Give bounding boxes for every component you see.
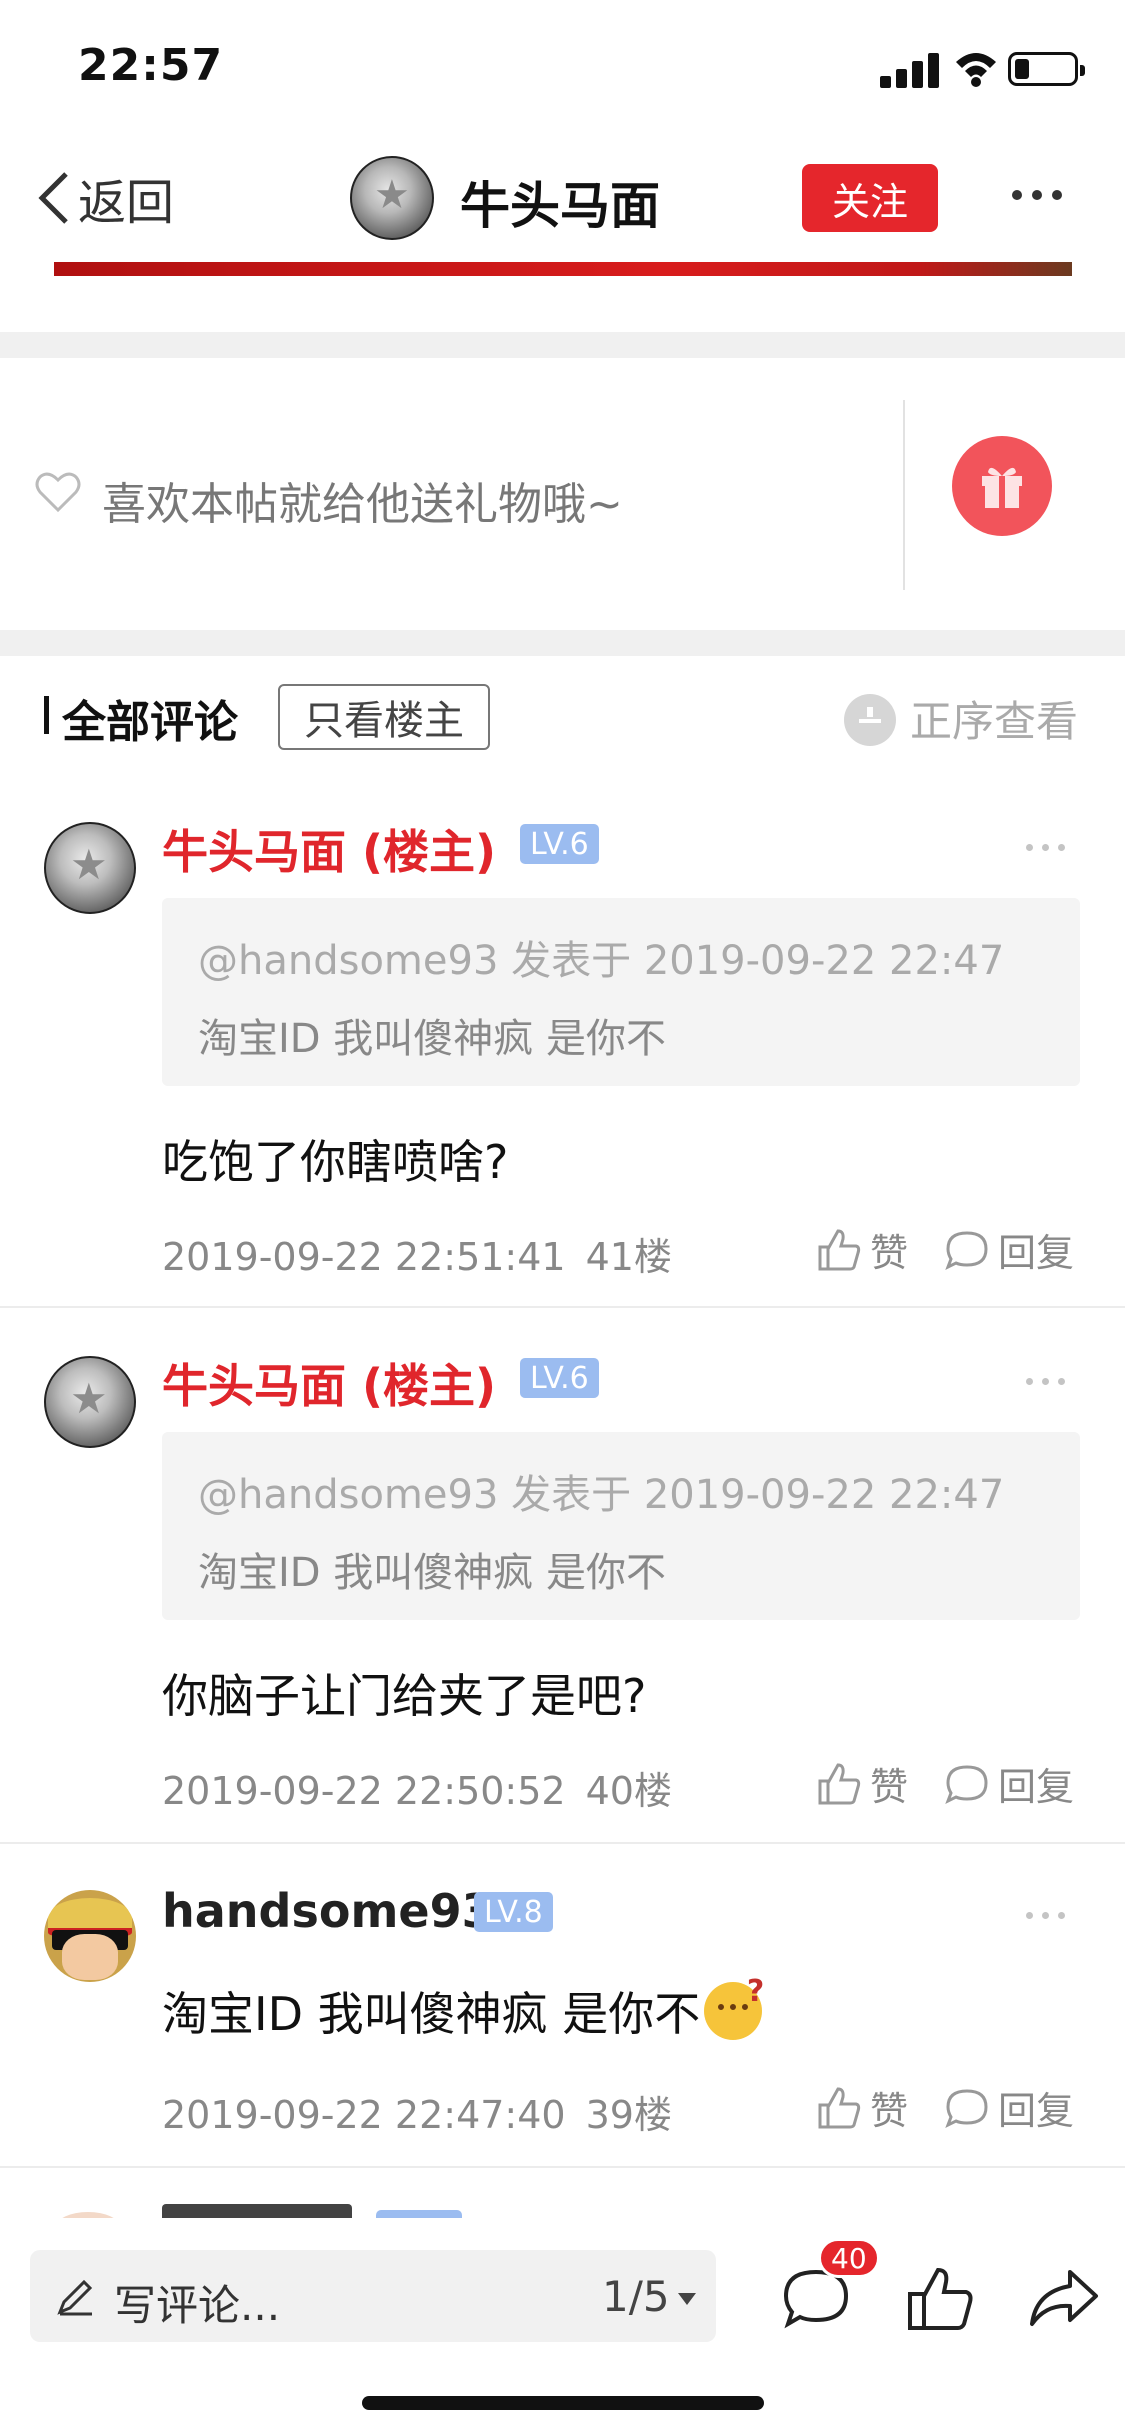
nav-header: 返回 牛头马面 关注 — [0, 132, 1125, 262]
post-image-edge — [54, 262, 1072, 276]
floor-number: 39楼 — [585, 2093, 672, 2137]
back-button[interactable]: 返回 — [36, 168, 174, 231]
quote-text: 淘宝ID 我叫傻神疯 是你不 — [198, 1016, 667, 1062]
avatar[interactable] — [44, 822, 136, 914]
avatar[interactable] — [44, 1356, 136, 1448]
comment-icon — [945, 2088, 988, 2128]
thumbs-up-icon — [818, 1228, 861, 1270]
gift-prompt: 喜欢本帖就给他送礼物哦~ — [102, 479, 623, 530]
comment-count-badge: 40 — [818, 2238, 880, 2278]
more-icon[interactable] — [1026, 1378, 1068, 1386]
next-comment-peek — [0, 2200, 1125, 2220]
gift-button[interactable] — [952, 436, 1052, 536]
comment-icon — [945, 1764, 988, 1804]
comment-time: 2019-09-22 22:50:52 — [162, 1769, 566, 1813]
status-time: 22:57 — [78, 40, 224, 91]
only-owner-button[interactable]: 只看楼主 — [278, 684, 490, 750]
like-label: 赞 — [870, 1231, 909, 1275]
comment-item: 牛头马面 (楼主) LV.6 @handsome93 发表于 2019-09-2… — [0, 1310, 1125, 1844]
page-selector[interactable]: 1/5 — [602, 2272, 696, 2321]
comment-text: 淘宝ID 我叫傻神疯 是你不 — [162, 1987, 701, 2041]
caret-down-icon — [677, 2292, 696, 2305]
like-button[interactable]: 赞 — [816, 1222, 908, 1277]
like-button[interactable]: 赞 — [816, 1756, 908, 1811]
comment-author[interactable]: 牛头马面 (楼主) — [162, 816, 496, 882]
thumbs-up-icon — [818, 2086, 861, 2128]
like-label: 赞 — [870, 2089, 909, 2133]
divider — [0, 332, 1125, 358]
avatar[interactable] — [44, 1890, 136, 1982]
quoted-comment[interactable]: @handsome93 发表于 2019-09-22 22:47 淘宝ID 我叫… — [162, 898, 1080, 1086]
page-indicator: 1/5 — [602, 2272, 670, 2321]
author-avatar[interactable] — [350, 156, 434, 240]
chevron-left-icon — [38, 172, 68, 224]
thumbs-up-icon[interactable] — [906, 2266, 976, 2332]
section-marker — [44, 696, 49, 734]
divider — [0, 2166, 1125, 2168]
comment-icon — [945, 1230, 988, 1270]
thumbs-up-icon — [818, 1762, 861, 1804]
like-button[interactable]: 赞 — [816, 2080, 908, 2135]
divider — [903, 400, 905, 590]
quote-header: @handsome93 发表于 2019-09-22 22:47 — [198, 938, 1005, 984]
follow-button[interactable]: 关注 — [802, 164, 938, 232]
floor-number: 40楼 — [585, 1769, 672, 1813]
comment-input[interactable]: 写评论... 1/5 — [30, 2250, 716, 2342]
comments-header: 全部评论 只看楼主 正序查看 — [0, 656, 1125, 776]
comment-body: 吃饱了你瞎喷啥? — [162, 1135, 509, 1189]
floor-number: 41楼 — [585, 1235, 672, 1279]
comments-title: 全部评论 — [62, 697, 238, 748]
comment-author[interactable]: handsome93 — [162, 1884, 494, 1938]
battery-icon — [1008, 52, 1085, 86]
share-icon[interactable] — [1028, 2266, 1100, 2330]
reply-button[interactable]: 回复 — [944, 1222, 1074, 1277]
comment-item: handsome93 LV.8 淘宝ID 我叫傻神疯 是你不 2019-09-2… — [0, 1846, 1125, 2168]
comment-meta: 2019-09-22 22:51:41 41楼 — [162, 1226, 672, 1281]
comment-meta: 2019-09-22 22:47:40 39楼 — [162, 2084, 672, 2139]
home-indicator — [362, 2396, 764, 2410]
sort-button[interactable]: 正序查看 — [910, 688, 1078, 749]
comment-meta: 2019-09-22 22:50:52 40楼 — [162, 1760, 672, 1815]
comment-input-placeholder: 写评论... — [114, 2281, 281, 2330]
more-icon[interactable] — [1026, 1912, 1068, 1920]
comment-time: 2019-09-22 22:47:40 — [162, 2093, 566, 2137]
divider — [0, 1306, 1125, 1308]
back-label: 返回 — [78, 175, 175, 231]
reply-button[interactable]: 回复 — [944, 1756, 1074, 1811]
divider — [0, 1842, 1125, 1844]
comment-body: 淘宝ID 我叫傻神疯 是你不 — [162, 1974, 764, 2046]
reply-label: 回复 — [998, 1231, 1075, 1275]
signal-icon — [880, 52, 940, 88]
wifi-icon — [956, 53, 996, 87]
comment-item: 牛头马面 (楼主) LV.6 @handsome93 发表于 2019-09-2… — [0, 776, 1125, 1308]
heart-icon[interactable] — [34, 470, 82, 514]
level-badge: LV.8 — [474, 1892, 553, 1932]
reply-button[interactable]: 回复 — [944, 2080, 1074, 2135]
comment-time: 2019-09-22 22:51:41 — [162, 1235, 566, 1279]
like-label: 赞 — [870, 1765, 909, 1809]
level-badge: LV.6 — [520, 824, 599, 864]
confused-emoji-icon — [704, 1974, 764, 2040]
quote-header: @handsome93 发表于 2019-09-22 22:47 — [198, 1472, 1005, 1518]
sort-icon[interactable] — [844, 694, 896, 746]
pencil-icon — [57, 2279, 93, 2316]
level-badge: LV.6 — [520, 1358, 599, 1398]
quoted-comment[interactable]: @handsome93 发表于 2019-09-22 22:47 淘宝ID 我叫… — [162, 1432, 1080, 1620]
comment-author[interactable]: 牛头马面 (楼主) — [162, 1350, 496, 1416]
page-title: 牛头马面 — [460, 177, 660, 235]
comment-body: 你脑子让门给夹了是吧? — [162, 1669, 647, 1723]
reply-label: 回复 — [998, 1765, 1075, 1809]
divider — [0, 630, 1125, 656]
quote-text: 淘宝ID 我叫傻神疯 是你不 — [198, 1550, 667, 1596]
more-icon[interactable] — [1012, 190, 1062, 202]
gift-row: 喜欢本帖就给他送礼物哦~ — [0, 358, 1125, 630]
gift-icon — [982, 467, 1022, 508]
status-bar: 22:57 — [0, 0, 1125, 132]
reply-label: 回复 — [998, 2089, 1075, 2133]
more-icon[interactable] — [1026, 844, 1068, 852]
